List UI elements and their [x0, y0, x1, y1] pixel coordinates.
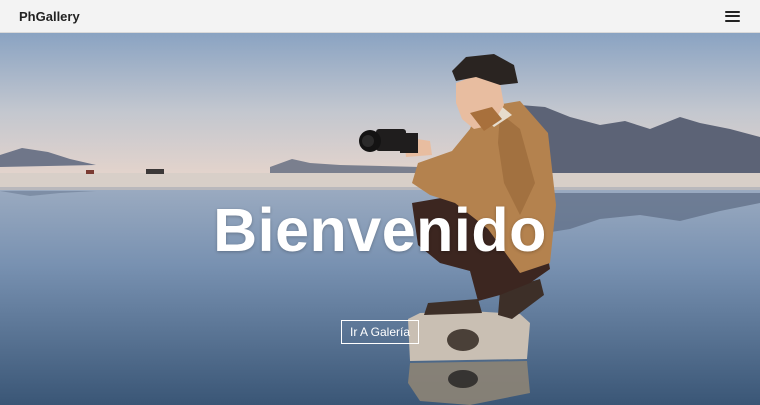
brand-logo-link[interactable]: PhGallery [19, 9, 80, 24]
hamburger-menu-icon[interactable] [725, 10, 740, 22]
top-navbar: PhGallery [0, 0, 760, 33]
hero-section: Bienvenido Ir A Galería [0, 33, 760, 405]
hero-title: Bienvenido [213, 196, 547, 264]
gallery-button[interactable]: Ir A Galería [341, 320, 419, 344]
